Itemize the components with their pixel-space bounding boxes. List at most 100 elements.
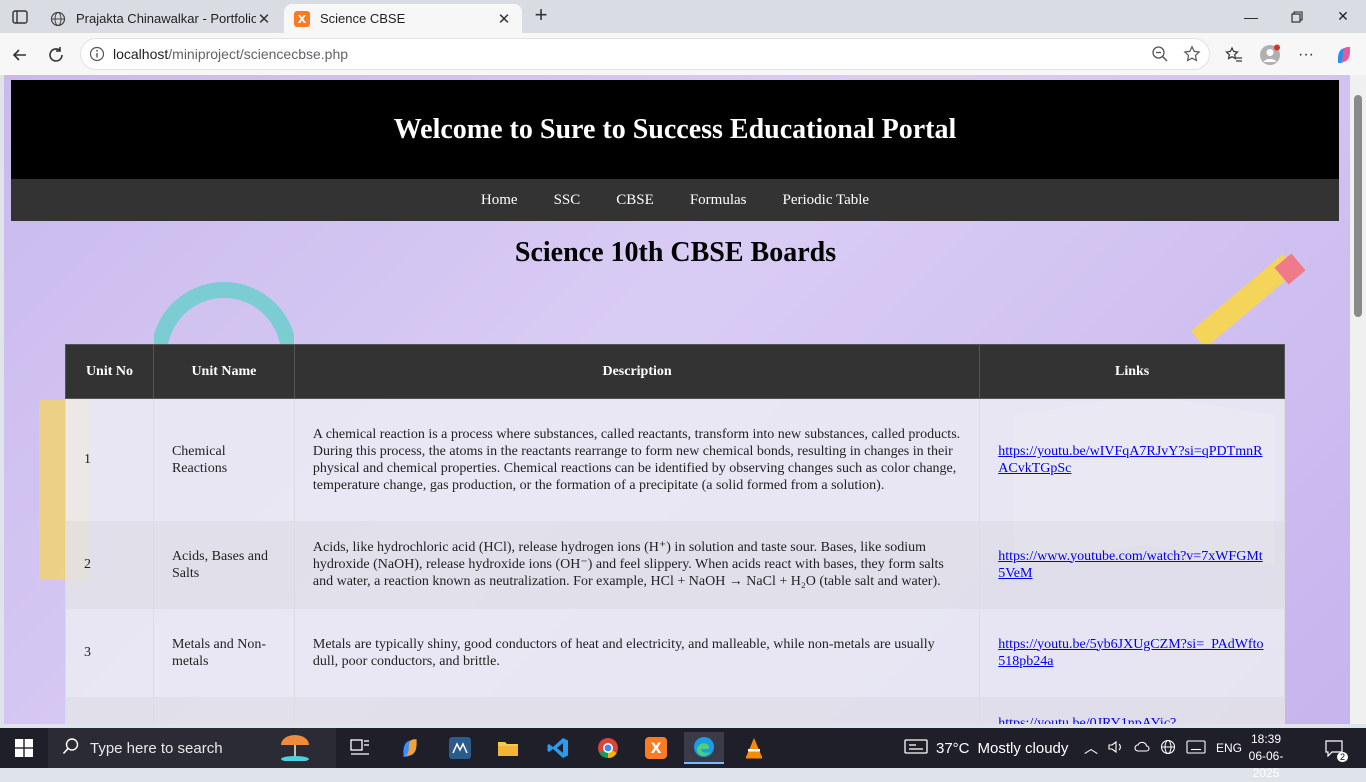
weather-widget[interactable]: 37°C Mostly cloudy	[904, 728, 1068, 768]
browser-tab-bar: Prajakta Chinawalkar - Portfolio ✕ X Sci…	[0, 0, 1366, 33]
unit-no: 2	[65, 520, 154, 609]
url-text: localhost/miniproject/sciencecbse.php	[113, 46, 348, 62]
scrollbar-thumb[interactable]	[1354, 95, 1362, 317]
site-header: Welcome to Sure to Success Educational P…	[11, 80, 1339, 179]
header-links: Links	[979, 344, 1285, 399]
clock[interactable]: 18:39 06-06-2025	[1236, 731, 1296, 782]
vscode-icon[interactable]	[538, 732, 578, 764]
nav-ssc[interactable]: SSC	[554, 192, 581, 209]
page-scrollbar[interactable]	[1350, 75, 1366, 724]
minimize-icon[interactable]: —	[1228, 0, 1274, 33]
back-arrow-icon[interactable]	[6, 41, 34, 69]
mysql-workbench-icon[interactable]	[440, 732, 480, 764]
weather-desc: Mostly cloudy	[977, 739, 1069, 757]
svg-text:X: X	[651, 741, 662, 757]
file-explorer-icon[interactable]	[488, 732, 528, 764]
tab-science-cbse[interactable]: X Science CBSE ✕	[284, 4, 522, 33]
search-icon	[62, 737, 80, 759]
unit-link[interactable]: https://youtu.be/5yb6JXUgCZM?si=_PAdWfto…	[998, 637, 1263, 669]
page-viewport: Welcome to Sure to Success Educational P…	[4, 75, 1366, 724]
chrome-icon[interactable]	[588, 732, 628, 764]
notification-count: 2	[1336, 752, 1348, 762]
close-tab-icon[interactable]: ✕	[496, 11, 512, 28]
speaker-icon[interactable]	[1108, 740, 1124, 757]
unit-link-cell: https://youtu.be/0JRY1npAYic?	[979, 696, 1285, 725]
windows-start-icon[interactable]	[0, 728, 48, 768]
tab-title: Prajakta Chinawalkar - Portfolio	[76, 11, 256, 26]
unit-link-cell: https://youtu.be/5yb6JXUgCZM?si=_PAdWfto…	[979, 608, 1285, 697]
unit-description: Metals are typically shiny, good conduct…	[293, 608, 981, 697]
unit-link-cell: https://youtu.be/wIVFqA7RJvY?si=qPDTmnRA…	[979, 398, 1285, 521]
nav-cbse[interactable]: CBSE	[616, 192, 654, 209]
vlc-icon[interactable]	[734, 732, 774, 764]
header-unit-name: Unit Name	[152, 344, 295, 399]
profile-avatar[interactable]	[1256, 41, 1284, 69]
refresh-icon[interactable]	[42, 41, 70, 69]
unit-no: 3	[65, 608, 154, 697]
unit-description: A chemical reaction is a process where s…	[293, 398, 981, 521]
nav-formulas[interactable]: Formulas	[690, 192, 747, 209]
copilot-taskbar-icon[interactable]	[390, 732, 430, 764]
header-unit-no: Unit No	[65, 344, 154, 399]
unit-name: Acids, Bases and Salts	[152, 520, 295, 609]
weather-temp: 37°C	[936, 739, 970, 757]
table-row: 3 Metals and Non-metals Metals are typic…	[65, 608, 1285, 697]
weather-cloud-icon	[904, 737, 928, 759]
more-options-icon[interactable]: ···	[1292, 41, 1320, 69]
chevron-up-icon[interactable]: ︿	[1084, 738, 1098, 758]
unit-link[interactable]: https://youtu.be/wIVFqA7RJvY?si=qPDTmnRA…	[998, 444, 1262, 476]
cloud-sync-icon[interactable]	[1134, 740, 1150, 757]
header-description: Description	[293, 344, 981, 399]
restore-icon[interactable]	[1274, 0, 1320, 33]
unit-no	[65, 696, 154, 724]
close-window-icon[interactable]: ✕	[1320, 0, 1366, 33]
table-row: 2 Acids, Bases and Salts Acids, like hyd…	[65, 520, 1285, 609]
taskbar: Type here to search X 37°C Mostly cloudy…	[0, 728, 1366, 780]
unit-name	[152, 696, 295, 724]
unit-description	[293, 696, 981, 724]
unit-description: Acids, like hydrochloric acid (HCl), rel…	[293, 520, 981, 609]
notification-icon[interactable]: 2	[1322, 736, 1348, 762]
unit-link[interactable]: https://www.youtube.com/watch?v=7xWFGMt5…	[998, 549, 1262, 581]
tab-portfolio[interactable]: Prajakta Chinawalkar - Portfolio ✕	[40, 4, 282, 33]
clock-time: 18:39	[1250, 732, 1282, 746]
search-placeholder: Type here to search	[90, 739, 223, 757]
zoom-out-icon[interactable]	[1151, 45, 1169, 68]
tab-actions-icon[interactable]	[8, 6, 32, 28]
network-globe-icon[interactable]	[1160, 739, 1176, 758]
nav-home[interactable]: Home	[481, 192, 518, 209]
table-row: 1 Chemical Reactions A chemical reaction…	[65, 398, 1285, 521]
url-field[interactable]: localhost/miniproject/sciencecbse.php	[80, 38, 1210, 70]
xampp-taskbar-icon[interactable]: X	[636, 732, 676, 764]
unit-no: 1	[65, 398, 154, 521]
tab-title: Science CBSE	[320, 11, 406, 26]
task-view-icon[interactable]	[340, 732, 380, 764]
unit-link[interactable]: https://youtu.be/0JRY1npAYic?	[998, 716, 1176, 725]
unit-link-cell: https://www.youtube.com/watch?v=7xWFGMt5…	[979, 520, 1285, 609]
site-nav: Home SSC CBSE Formulas Periodic Table	[11, 179, 1339, 221]
address-bar-row: localhost/miniproject/sciencecbse.php ··…	[0, 33, 1366, 75]
units-table: Unit No Unit Name Description Links 1 Ch…	[65, 344, 1285, 724]
taskbar-search-box[interactable]: Type here to search	[48, 728, 336, 768]
new-tab-button[interactable]: +	[530, 4, 552, 27]
page-title: Science 10th CBSE Boards	[514, 237, 837, 268]
table-row: https://youtu.be/0JRY1npAYic?	[65, 696, 1285, 725]
edge-icon[interactable]	[684, 732, 724, 764]
beach-umbrella-icon	[275, 731, 315, 765]
url-path: /miniproject/sciencecbse.php	[168, 46, 349, 62]
table-header-row: Unit No Unit Name Description Links	[65, 344, 1285, 399]
globe-icon	[50, 11, 66, 27]
unit-name: Chemical Reactions	[152, 398, 295, 521]
svg-text:X: X	[298, 13, 307, 26]
keyboard-icon[interactable]	[1186, 739, 1206, 757]
unit-name: Metals and Non-metals	[152, 608, 295, 697]
favorite-star-icon[interactable]	[1183, 45, 1201, 68]
nav-periodic-table[interactable]: Periodic Table	[782, 192, 869, 209]
favorites-icon[interactable]	[1220, 41, 1248, 69]
copilot-icon[interactable]	[1330, 41, 1358, 69]
xampp-icon: X	[294, 10, 310, 27]
info-icon[interactable]	[81, 46, 113, 62]
url-host: localhost	[113, 46, 169, 62]
system-tray: ︿ ENG	[1084, 728, 1242, 768]
close-tab-icon[interactable]: ✕	[256, 11, 272, 28]
